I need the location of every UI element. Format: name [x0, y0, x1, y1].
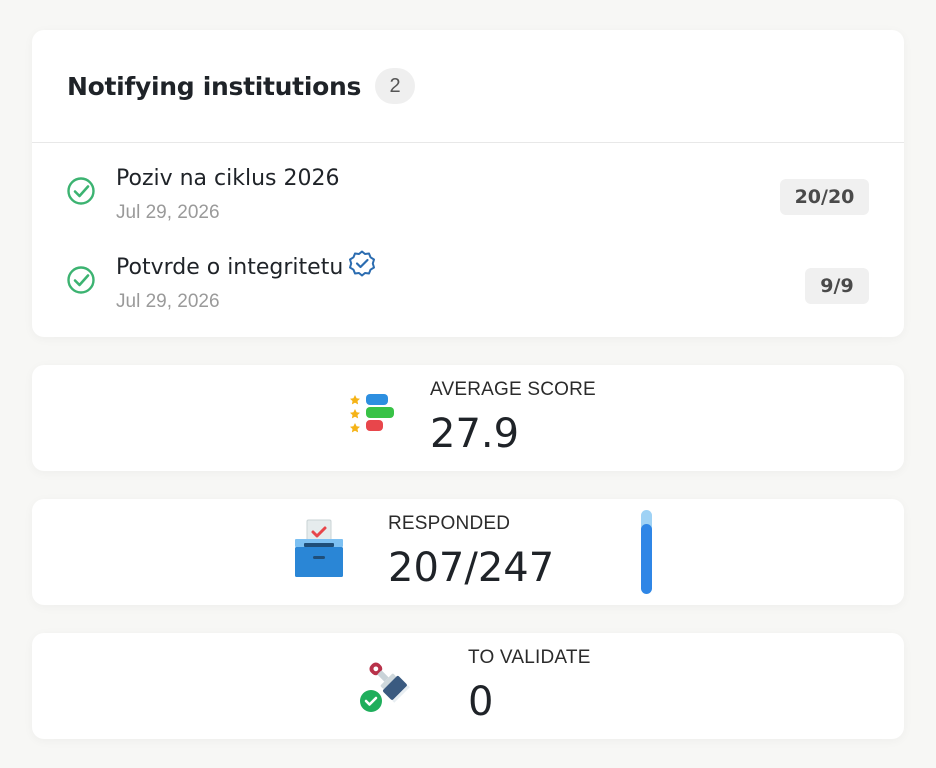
institutions-count-badge: 2	[375, 68, 416, 104]
institution-date: Jul 29, 2026	[116, 202, 220, 223]
responded-progress-bar	[641, 510, 652, 594]
score-chart-icon	[350, 394, 394, 433]
to-validate-card: TO VALIDATE 0	[32, 633, 904, 739]
institutions-header: Notifying institutions 2	[32, 30, 904, 143]
responded-card: RESPONDED 207/247	[32, 499, 904, 605]
responded-label: RESPONDED	[388, 513, 511, 534]
institution-row[interactable]: Poziv na ciklus 2026 Jul 29, 2026 20/20	[32, 162, 904, 232]
average-score-value: 27.9	[430, 411, 520, 457]
to-validate-value: 0	[468, 679, 494, 725]
average-score-card: AVERAGE SCORE 27.9	[32, 365, 904, 471]
institution-date: Jul 29, 2026	[116, 291, 220, 312]
institution-title-wrap: Potvrde o integritetu	[116, 250, 377, 280]
institution-ratio-badge: 9/9	[805, 268, 869, 304]
institution-title: Potvrde o integritetu	[116, 255, 344, 280]
average-score-label: AVERAGE SCORE	[430, 379, 596, 400]
institution-ratio-badge: 20/20	[780, 179, 869, 215]
responded-value: 207/247	[388, 545, 555, 591]
stamp-check-icon	[360, 662, 410, 712]
institution-title: Poziv na ciklus 2026	[116, 166, 340, 191]
institutions-title: Notifying institutions	[67, 71, 362, 101]
check-circle-icon	[67, 177, 95, 205]
notifying-institutions-card: Notifying institutions 2 Poziv na ciklus…	[32, 30, 904, 337]
responded-progress-fill	[641, 523, 652, 594]
institution-row[interactable]: Potvrde o integritetu Jul 29, 2026 9/9	[32, 250, 904, 321]
ballot-box-icon	[295, 519, 343, 577]
verified-badge-icon	[349, 250, 376, 277]
check-circle-icon	[67, 266, 95, 294]
to-validate-label: TO VALIDATE	[468, 647, 591, 668]
